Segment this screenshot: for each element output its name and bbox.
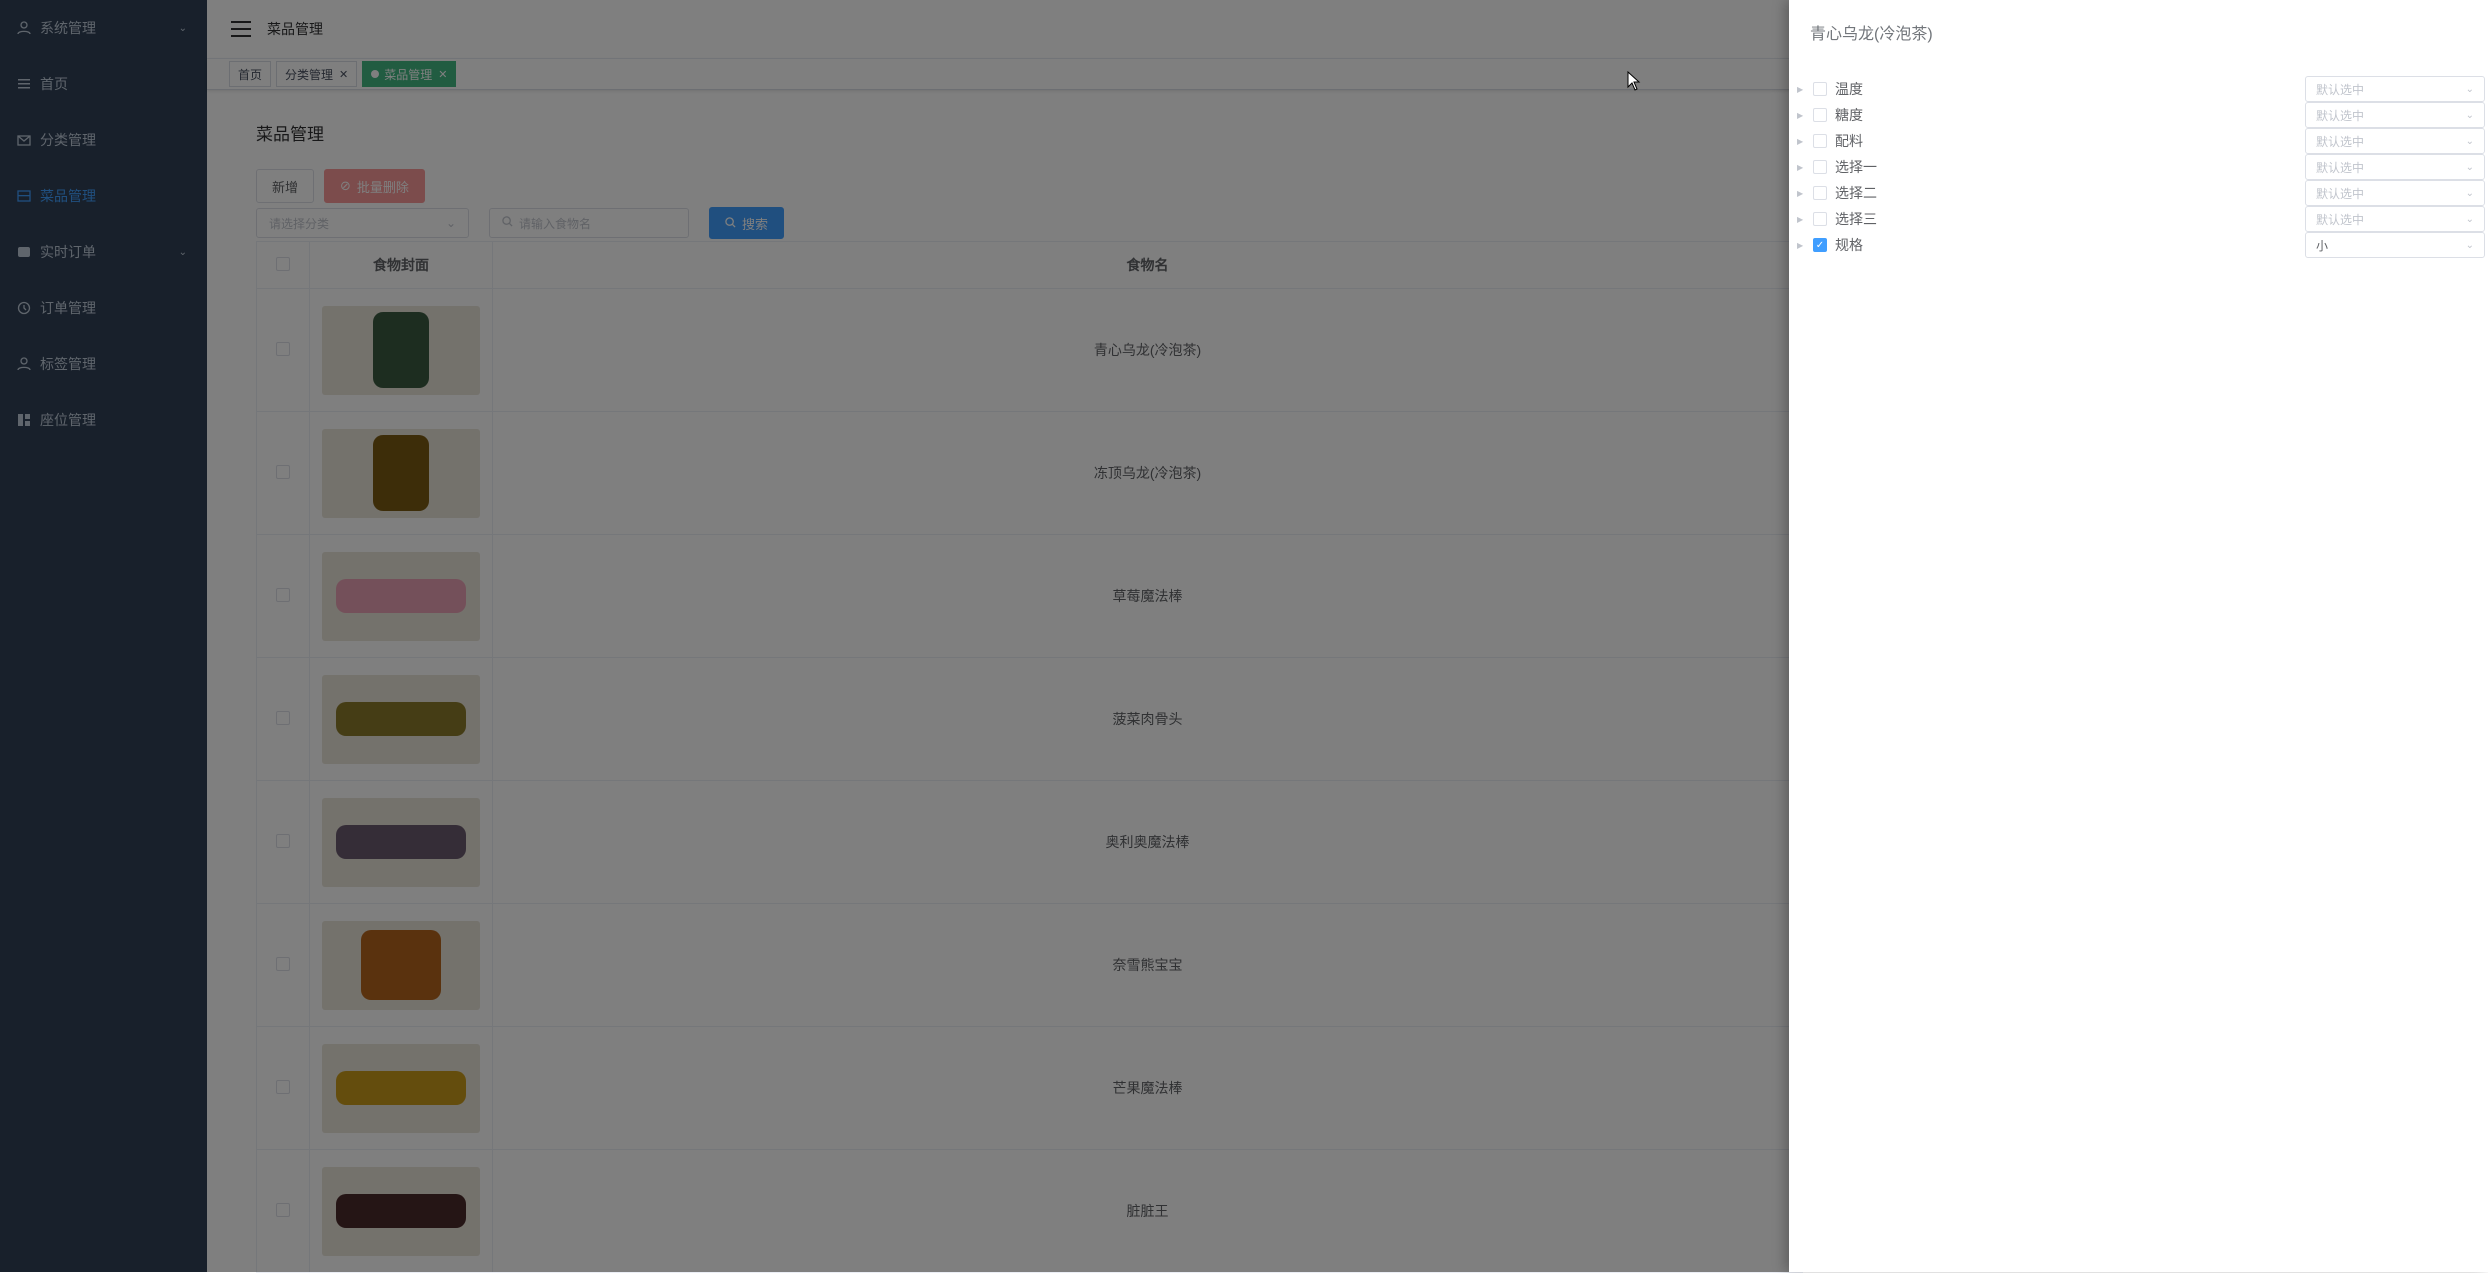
- option-select-value: 默认选中: [2316, 160, 2365, 175]
- option-select[interactable]: 默认选中 ⌄: [2305, 102, 2485, 128]
- option-select-value: 默认选中: [2316, 82, 2365, 97]
- caret-right-icon[interactable]: ▶: [1797, 137, 1807, 146]
- option-select[interactable]: 默认选中 ⌄: [2305, 206, 2485, 232]
- chevron-down-icon: ⌄: [2465, 187, 2474, 199]
- option-checkbox[interactable]: [1813, 160, 1827, 174]
- chevron-down-icon: ⌄: [2465, 135, 2474, 147]
- option-label: 规格: [1835, 237, 1863, 253]
- option-select[interactable]: 默认选中 ⌄: [2305, 180, 2485, 206]
- chevron-down-icon: ⌄: [2465, 83, 2474, 95]
- option-label: 选择一: [1835, 159, 1877, 175]
- option-select[interactable]: 默认选中 ⌄: [2305, 154, 2485, 180]
- drawer-title: 青心乌龙(冷泡茶): [1810, 26, 1933, 43]
- option-select-value: 默认选中: [2316, 186, 2365, 201]
- caret-right-icon[interactable]: ▶: [1797, 111, 1807, 120]
- option-select-value: 默认选中: [2316, 108, 2365, 123]
- option-select[interactable]: 小 ⌄: [2305, 232, 2485, 258]
- chevron-down-icon: ⌄: [2465, 213, 2474, 225]
- option-select-value: 小: [2316, 238, 2329, 253]
- chevron-down-icon: ⌄: [2465, 239, 2474, 251]
- caret-right-icon[interactable]: ▶: [1797, 215, 1807, 224]
- caret-right-icon[interactable]: ▶: [1797, 163, 1807, 172]
- option-label: 温度: [1835, 81, 1863, 97]
- caret-right-icon[interactable]: ▶: [1797, 85, 1807, 94]
- caret-right-icon[interactable]: ▶: [1797, 241, 1807, 250]
- option-select-value: 默认选中: [2316, 212, 2365, 227]
- option-select[interactable]: 默认选中 ⌄: [2305, 76, 2485, 102]
- option-checkbox[interactable]: [1813, 212, 1827, 226]
- option-checkbox[interactable]: [1813, 134, 1827, 148]
- option-checkbox[interactable]: ✓: [1813, 238, 1827, 252]
- option-checkbox[interactable]: [1813, 186, 1827, 200]
- option-label: 糖度: [1835, 107, 1863, 123]
- option-checkbox[interactable]: [1813, 108, 1827, 122]
- option-checkbox[interactable]: [1813, 82, 1827, 96]
- options-drawer: 青心乌龙(冷泡茶) ▶ 温度 默认选中 ⌄ ▶ 糖度 默认选中 ⌄ ▶ 配料 默认选中 ⌄ ▶ 选择一 默认…: [1789, 0, 2488, 1272]
- chevron-down-icon: ⌄: [2465, 161, 2474, 173]
- option-select[interactable]: 默认选中 ⌄: [2305, 128, 2485, 154]
- option-label: 选择三: [1835, 211, 1877, 227]
- option-select-value: 默认选中: [2316, 134, 2365, 149]
- option-label: 配料: [1835, 133, 1863, 149]
- option-label: 选择二: [1835, 185, 1877, 201]
- chevron-down-icon: ⌄: [2465, 109, 2474, 121]
- caret-right-icon[interactable]: ▶: [1797, 189, 1807, 198]
- mouse-cursor-icon: [1627, 71, 1641, 91]
